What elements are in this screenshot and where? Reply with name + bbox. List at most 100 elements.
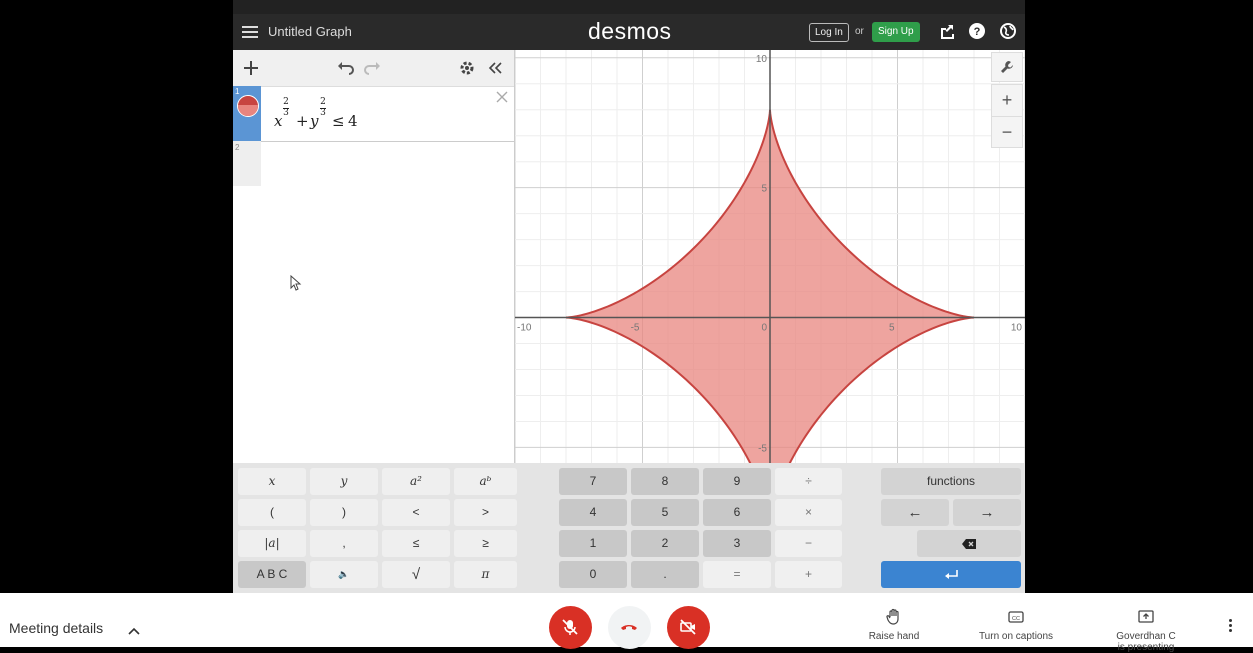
key-3[interactable]: 3 [703, 530, 771, 557]
x-tick-label: -5 [631, 323, 640, 334]
key-4[interactable]: 4 [559, 499, 627, 526]
key-less-than[interactable]: < [382, 499, 450, 526]
captions-icon: CC [1007, 608, 1025, 626]
expression-input[interactable]: x 2 3 + y 2 3 ≤ 4 [274, 98, 494, 138]
more-options-icon[interactable] [1225, 617, 1235, 637]
raise-hand-button[interactable]: Raise hand [844, 608, 944, 642]
empty-expression-gutter[interactable]: 2 [233, 141, 261, 186]
redo-icon[interactable] [363, 58, 383, 78]
key-abc[interactable]: A B C [238, 561, 306, 588]
add-icon[interactable] [241, 58, 261, 78]
raise-hand-label: Raise hand [868, 631, 920, 642]
math-exp-den-2: 3 [320, 108, 326, 118]
key-equals[interactable]: = [703, 561, 771, 588]
key-arrow-left[interactable]: ← [881, 499, 949, 526]
graph-canvas[interactable]: -10 -5 0 5 10 10 5 -5 [515, 50, 1025, 463]
undo-icon[interactable] [335, 58, 355, 78]
zoom-in-button[interactable]: + [992, 85, 1022, 117]
key-greater-equal[interactable]: ≥ [454, 530, 517, 557]
color-toggle-icon[interactable] [237, 95, 259, 117]
key-0[interactable]: 0 [559, 561, 627, 588]
key-1[interactable]: 1 [559, 530, 627, 557]
presenting-status: is presenting [1117, 642, 1175, 653]
functions-button[interactable]: functions [881, 468, 1021, 495]
key-y[interactable]: y [310, 468, 378, 495]
key-a-squared[interactable]: a² [382, 468, 450, 495]
meeting-bar: Meeting details Raise hand CC Turn on ca… [0, 593, 1253, 653]
math-base-x: x [274, 112, 283, 130]
key-minus[interactable]: − [775, 530, 842, 557]
key-8[interactable]: 8 [631, 468, 699, 495]
backspace-icon[interactable] [917, 530, 1021, 557]
presenter-name: Goverdhan C [1116, 631, 1176, 642]
hang-up-icon [621, 625, 637, 630]
settings-icon[interactable] [457, 58, 477, 78]
math-keypad: x y a² aᵇ ( ) < > |a| , ≤ ≥ A B C 🔈 √ π … [233, 463, 1025, 593]
browser-top-strip [233, 0, 1025, 14]
key-multiply[interactable]: × [775, 499, 842, 526]
key-2[interactable]: 2 [631, 530, 699, 557]
camera-off-button[interactable] [667, 606, 710, 649]
key-x[interactable]: x [238, 468, 306, 495]
hamburger-icon[interactable] [242, 23, 258, 39]
key-a-power-b[interactable]: aᵇ [454, 468, 517, 495]
svg-text:?: ? [974, 26, 981, 38]
math-exp-num: 2 [283, 97, 289, 107]
captions-button[interactable]: CC Turn on captions [966, 608, 1066, 642]
present-screen-icon [1137, 608, 1155, 626]
presenting-button[interactable]: Goverdhan C is presenting [1096, 608, 1196, 653]
key-pi[interactable]: π [454, 561, 517, 588]
login-button[interactable]: Log In [809, 23, 849, 42]
desmos-logo: desmos [588, 18, 672, 44]
chevron-up-icon[interactable] [128, 623, 140, 635]
key-abs[interactable]: |a| [238, 530, 306, 557]
y-tick-label: -5 [758, 443, 767, 454]
wrench-icon[interactable] [991, 52, 1023, 82]
key-greater-than[interactable]: > [454, 499, 517, 526]
math-relation: ≤ [332, 112, 345, 130]
key-9[interactable]: 9 [703, 468, 771, 495]
graph-title[interactable]: Untitled Graph [268, 24, 352, 39]
key-decimal[interactable]: . [631, 561, 699, 588]
collapse-icon[interactable] [485, 58, 505, 78]
globe-icon[interactable] [999, 22, 1017, 40]
key-divide[interactable]: ÷ [775, 468, 842, 495]
mic-muted-button[interactable] [549, 606, 592, 649]
meeting-details-button[interactable]: Meeting details [9, 620, 103, 636]
expression-row[interactable]: 1 x 2 3 + y 2 3 ≤ 4 [233, 86, 514, 142]
svg-text:CC: CC [1012, 616, 1020, 622]
key-speaker-icon[interactable]: 🔈 [310, 561, 378, 588]
enter-icon[interactable] [881, 561, 1021, 588]
expression-gutter: 1 [233, 86, 261, 141]
or-text: or [855, 26, 864, 37]
key-7[interactable]: 7 [559, 468, 627, 495]
key-6[interactable]: 6 [703, 499, 771, 526]
y-tick-label: 10 [756, 54, 768, 65]
y-tick-label: 5 [761, 184, 767, 195]
expression-toolbar [233, 50, 514, 87]
graph-paper[interactable]: -10 -5 0 5 10 10 5 -5 + − [515, 50, 1025, 463]
expression-panel: 1 x 2 3 + y 2 3 ≤ 4 2 [233, 50, 515, 463]
share-icon[interactable] [938, 22, 956, 40]
expression-index: 1 [235, 87, 240, 96]
hand-icon [885, 608, 903, 626]
zoom-controls: + − [991, 84, 1023, 148]
help-icon[interactable]: ? [968, 22, 986, 40]
zoom-out-button[interactable]: − [992, 117, 1022, 148]
camera-off-icon [680, 619, 696, 635]
key-arrow-right[interactable]: → [953, 499, 1021, 526]
x-tick-label: 5 [889, 323, 895, 334]
key-open-paren[interactable]: ( [238, 499, 306, 526]
math-base-y: y [310, 112, 319, 130]
signup-button[interactable]: Sign Up [872, 22, 920, 42]
key-5[interactable]: 5 [631, 499, 699, 526]
desmos-header: Untitled Graph desmos Log In or Sign Up … [233, 14, 1025, 50]
key-close-paren[interactable]: ) [310, 499, 378, 526]
captions-label: Turn on captions [978, 631, 1054, 642]
delete-expression-icon[interactable] [495, 90, 509, 104]
key-plus[interactable]: + [775, 561, 842, 588]
key-less-equal[interactable]: ≤ [382, 530, 450, 557]
leave-call-button[interactable] [608, 606, 651, 649]
key-sqrt[interactable]: √ [382, 561, 450, 588]
key-comma[interactable]: , [310, 530, 378, 557]
